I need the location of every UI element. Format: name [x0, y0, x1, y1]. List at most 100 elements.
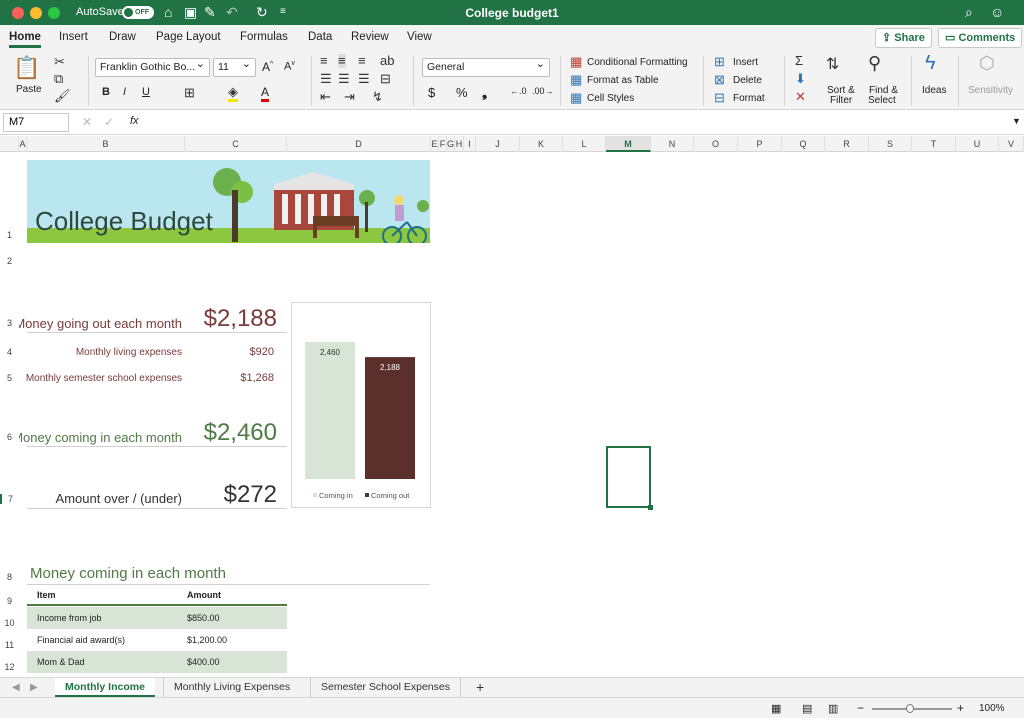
paste-icon[interactable]: 📋: [13, 56, 40, 80]
over-under-label[interactable]: Amount over / (under): [27, 491, 182, 506]
prev-sheet-icon[interactable]: ◀: [12, 682, 20, 693]
decrease-indent-icon[interactable]: ⇤: [320, 90, 331, 104]
table-header-item[interactable]: Item: [37, 590, 56, 600]
italic-icon[interactable]: I: [123, 86, 126, 98]
column-header[interactable]: E: [431, 136, 439, 152]
column-header[interactable]: V: [999, 136, 1024, 152]
column-header[interactable]: L: [563, 136, 606, 152]
format-as-table-button[interactable]: Format as Table: [587, 75, 659, 86]
table-cell-item[interactable]: Income from job: [37, 613, 102, 623]
sort-filter-button-line2[interactable]: Filter: [830, 95, 852, 106]
account-icon[interactable]: ☺: [990, 4, 1004, 20]
font-name-select[interactable]: Franklin Gothic Bo...: [95, 56, 210, 77]
conditional-formatting-button[interactable]: Conditional Formatting: [587, 57, 688, 68]
ideas-button[interactable]: Ideas: [922, 85, 946, 96]
table-cell-amount[interactable]: $850.00: [187, 613, 220, 623]
zoom-slider-thumb[interactable]: [906, 704, 914, 713]
align-center-icon[interactable]: ☰: [338, 72, 350, 86]
next-sheet-icon[interactable]: ▶: [30, 682, 38, 693]
row-header[interactable]: 11: [0, 640, 19, 650]
currency-icon[interactable]: $: [428, 85, 435, 100]
fill-color-icon[interactable]: ◈: [228, 85, 238, 102]
font-color-icon[interactable]: A: [261, 85, 270, 102]
sheet-tab-semester-school-expenses[interactable]: Semester School Expenses: [310, 678, 461, 697]
clear-icon[interactable]: ✕: [795, 90, 806, 104]
row-header[interactable]: 4: [0, 347, 19, 357]
tab-formulas[interactable]: Formulas: [240, 31, 288, 43]
column-header[interactable]: I: [464, 136, 476, 152]
selected-cell-m7[interactable]: [606, 446, 653, 510]
tab-draw[interactable]: Draw: [109, 31, 136, 43]
column-header[interactable]: D: [287, 136, 431, 152]
column-header[interactable]: T: [912, 136, 956, 152]
fill-icon[interactable]: ⬇: [795, 72, 806, 86]
living-expenses-value[interactable]: $920: [185, 346, 274, 358]
column-header[interactable]: S: [869, 136, 912, 152]
row-header[interactable]: 9: [0, 596, 19, 606]
budget-chart[interactable]: 2,460 2,188 Coming in Coming out: [291, 302, 431, 508]
tab-review[interactable]: Review: [351, 31, 389, 43]
autosum-icon[interactable]: Σ: [795, 54, 803, 68]
table-cell-item[interactable]: Financial aid award(s): [37, 635, 125, 645]
sensitivity-button[interactable]: Sensitivity: [968, 85, 1013, 96]
underline-icon[interactable]: U: [142, 86, 150, 98]
zoom-in-icon[interactable]: +: [957, 701, 964, 715]
enter-icon[interactable]: ✓: [104, 115, 114, 129]
wrap-text-icon[interactable]: ↯: [372, 90, 383, 104]
delete-cells-button[interactable]: Delete: [733, 75, 762, 86]
normal-view-icon[interactable]: ▦: [771, 702, 781, 715]
sheet-tab-monthly-living-expenses[interactable]: Monthly Living Expenses: [163, 678, 300, 697]
number-format-select[interactable]: General: [422, 56, 550, 77]
zoom-out-icon[interactable]: −: [857, 701, 864, 715]
column-header[interactable]: P: [738, 136, 782, 152]
column-header[interactable]: A: [19, 136, 27, 152]
column-header[interactable]: O: [694, 136, 738, 152]
column-header[interactable]: N: [651, 136, 694, 152]
format-cells-button[interactable]: Format: [733, 93, 765, 104]
merge-icon[interactable]: ⊟: [380, 72, 391, 86]
borders-icon[interactable]: ⊞: [184, 86, 195, 100]
select-all-corner[interactable]: [0, 136, 19, 152]
increase-font-size-icon[interactable]: A^: [262, 60, 273, 74]
bold-icon[interactable]: B: [102, 86, 110, 98]
tab-home[interactable]: Home: [9, 31, 41, 48]
formula-input[interactable]: [150, 113, 1010, 132]
tab-insert[interactable]: Insert: [59, 31, 88, 43]
chart-bar-coming-in[interactable]: [305, 341, 355, 479]
align-left-icon[interactable]: ☰: [320, 72, 332, 86]
decrease-font-size-icon[interactable]: Av: [284, 60, 295, 73]
income-section-title[interactable]: Money coming in each month: [30, 565, 226, 582]
living-expenses-label[interactable]: Monthly living expenses: [27, 347, 182, 358]
row-header[interactable]: 5: [0, 373, 19, 383]
row-header-selected[interactable]: 7: [0, 494, 19, 504]
zoom-level[interactable]: 100%: [979, 703, 1005, 714]
column-header[interactable]: K: [520, 136, 563, 152]
column-header[interactable]: F: [439, 136, 447, 152]
row-header[interactable]: 10: [0, 618, 19, 628]
find-select-button-line2[interactable]: Select: [868, 95, 896, 106]
comments-button[interactable]: ▭ Comments: [938, 28, 1023, 48]
semester-expenses-label[interactable]: Monthly semester school expenses: [19, 373, 182, 384]
increase-indent-icon[interactable]: ⇥: [344, 90, 355, 104]
row-header[interactable]: 1: [0, 230, 19, 240]
column-header[interactable]: H: [455, 136, 464, 152]
cut-icon[interactable]: ✂: [54, 55, 65, 69]
cancel-icon[interactable]: ✕: [82, 115, 92, 129]
column-header[interactable]: J: [476, 136, 520, 152]
column-header[interactable]: R: [825, 136, 869, 152]
format-painter-icon[interactable]: 🖌: [54, 89, 71, 103]
name-box[interactable]: M7: [3, 113, 69, 132]
align-bottom-icon[interactable]: ≡: [358, 54, 366, 68]
row-header[interactable]: 2: [0, 256, 19, 266]
over-under-value[interactable]: $272: [185, 481, 277, 509]
orientation-icon[interactable]: ab: [380, 54, 394, 68]
column-header[interactable]: B: [27, 136, 185, 152]
table-cell-amount[interactable]: $400.00: [187, 657, 220, 667]
tab-data[interactable]: Data: [308, 31, 332, 43]
share-button[interactable]: ⇪ Share: [875, 28, 932, 48]
percent-icon[interactable]: %: [456, 85, 468, 100]
comma-style-icon[interactable]: ❟: [482, 85, 487, 101]
increase-decimal-icon[interactable]: ←.0: [510, 86, 527, 96]
column-header[interactable]: U: [956, 136, 999, 152]
copy-icon[interactable]: ⧉: [54, 72, 63, 86]
